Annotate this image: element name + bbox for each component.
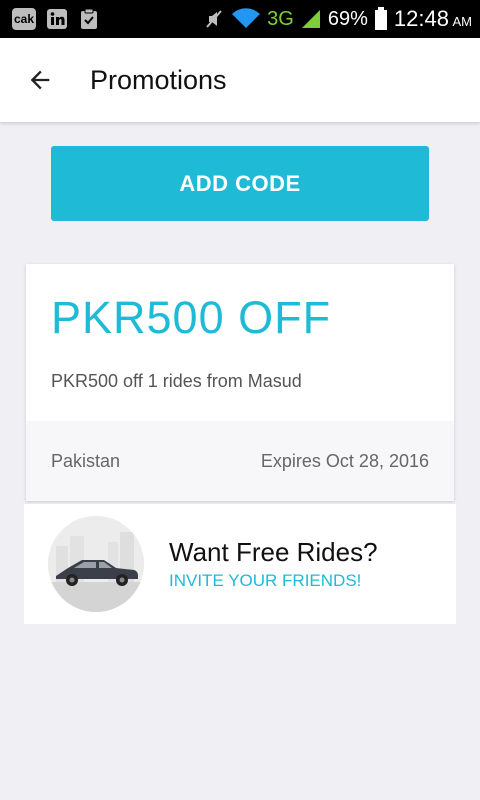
promo-country: Pakistan — [51, 450, 121, 471]
app-header: Promotions — [0, 38, 480, 122]
promo-amount: PKR500 OFF — [51, 292, 332, 343]
promo-footer: Pakistan Expires Oct 28, 2016 — [26, 421, 454, 501]
car-illustration-icon — [48, 516, 144, 612]
clock-ampm: AM — [452, 14, 473, 29]
battery-percent: 69% — [327, 7, 368, 30]
cak-app-icon: cak — [12, 8, 36, 30]
promo-expiry: Expires Oct 28, 2016 — [260, 450, 429, 471]
signal-icon — [300, 8, 322, 30]
wifi-icon — [231, 8, 261, 30]
clipboard-check-icon — [78, 8, 100, 30]
promo-description: PKR500 off 1 rides from Masud — [51, 371, 302, 391]
linkedin-icon — [46, 8, 68, 30]
invite-card[interactable]: Want Free Rides? INVITE YOUR FRIENDS! — [24, 504, 456, 624]
network-type: 3G — [267, 7, 294, 30]
promo-card: PKR500 OFF PKR500 off 1 rides from Masud… — [26, 264, 454, 501]
status-system-icons: 3G 69% 12:48 AM — [203, 6, 472, 32]
clock-time: 12:48 — [393, 6, 449, 31]
back-button[interactable] — [0, 38, 80, 122]
invite-friends-link[interactable]: INVITE YOUR FRIENDS! — [169, 571, 361, 591]
invite-title: Want Free Rides? — [169, 537, 378, 567]
battery-icon — [374, 7, 388, 31]
page-title: Promotions — [90, 64, 227, 95]
status-bar: cak 3G 69% 12:48 AM — [0, 0, 480, 38]
mute-icon — [203, 8, 225, 30]
add-code-button[interactable]: ADD CODE — [51, 146, 429, 221]
status-notification-icons: cak — [12, 8, 100, 30]
arrow-left-icon — [30, 70, 50, 90]
